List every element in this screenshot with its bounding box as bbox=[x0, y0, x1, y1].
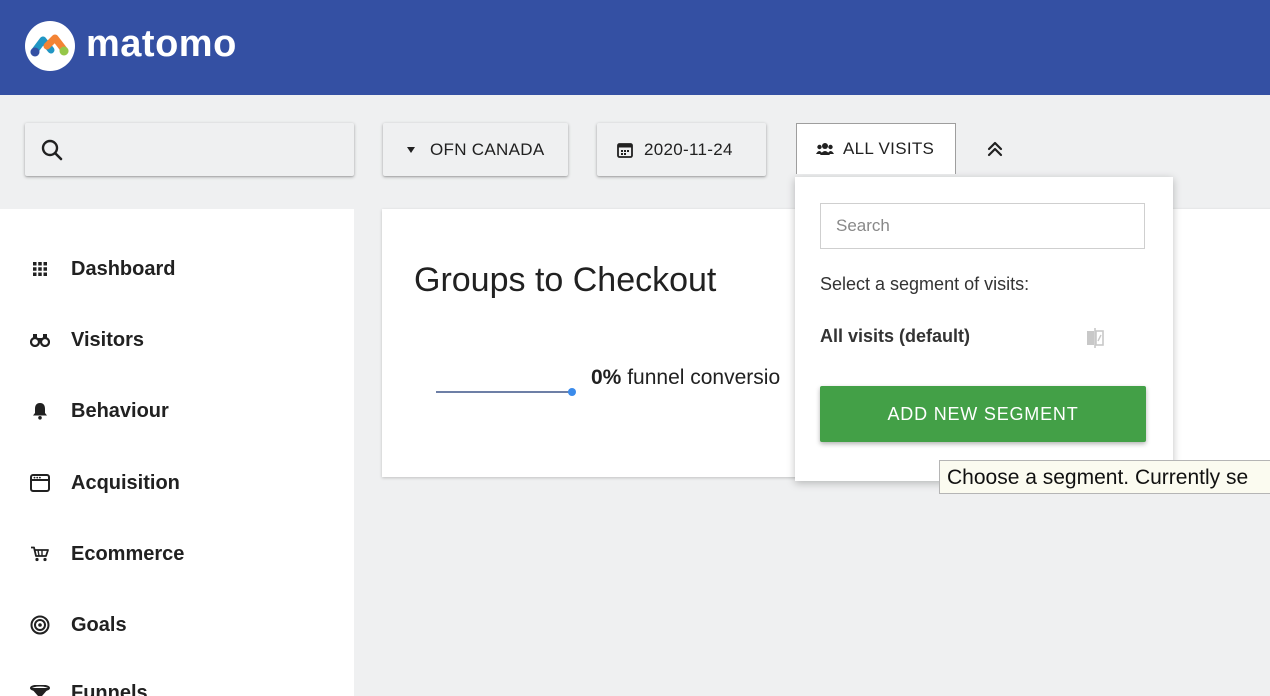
date-selector-label: 2020-11-24 bbox=[644, 139, 733, 159]
sidebar-item-label: Acquisition bbox=[71, 471, 180, 494]
brand-name[interactable]: matomo bbox=[86, 22, 237, 66]
search-icon bbox=[41, 139, 63, 160]
matomo-logo-icon[interactable] bbox=[25, 21, 75, 71]
funnel-conversion-summary: 0% funnel conversio bbox=[591, 366, 780, 390]
funnel-icon bbox=[30, 683, 50, 696]
funnel-sparkline bbox=[436, 391, 571, 393]
global-search-input[interactable] bbox=[25, 123, 354, 176]
collapse-chevron-up-icon[interactable] bbox=[984, 137, 1006, 159]
bell-icon bbox=[30, 401, 50, 421]
sidebar-item-label: Goals bbox=[71, 613, 127, 636]
users-icon bbox=[816, 143, 834, 155]
sidebar-item-ecommerce[interactable]: Ecommerce bbox=[30, 539, 184, 569]
compare-segment-icon[interactable] bbox=[1084, 327, 1106, 349]
funnel-conversion-label: funnel conversio bbox=[627, 366, 781, 389]
card-title: Groups to Checkout bbox=[414, 261, 717, 299]
segment-dropdown: Select a segment of visits: All visits (… bbox=[795, 177, 1173, 481]
sidebar-item-dashboard[interactable]: Dashboard bbox=[30, 254, 175, 284]
caret-down-icon bbox=[407, 146, 415, 153]
top-header: matomo bbox=[0, 0, 1270, 95]
sidebar-item-goals[interactable]: Goals bbox=[30, 610, 127, 640]
segment-selector-label: ALL VISITS bbox=[843, 139, 935, 158]
date-selector[interactable]: 2020-11-24 bbox=[597, 123, 766, 176]
binoculars-icon bbox=[30, 330, 50, 350]
segment-prompt: Select a segment of visits: bbox=[820, 274, 1030, 294]
add-new-segment-button[interactable]: ADD NEW SEGMENT bbox=[820, 386, 1146, 442]
grid-icon bbox=[30, 259, 50, 279]
segment-option-all-visits[interactable]: All visits (default) bbox=[820, 326, 970, 347]
sidebar-item-label: Behaviour bbox=[71, 399, 169, 422]
site-selector-label: OFN CANADA bbox=[430, 139, 545, 159]
segment-selector[interactable]: ALL VISITS bbox=[796, 123, 956, 174]
browser-window-icon bbox=[30, 473, 50, 493]
segment-tooltip: Choose a segment. Currently se bbox=[939, 460, 1270, 494]
sidebar-menu: Dashboard Visitors Behaviour Acquisition… bbox=[0, 209, 354, 696]
shopping-cart-icon bbox=[30, 544, 50, 564]
sidebar-item-label: Visitors bbox=[71, 328, 144, 351]
site-selector[interactable]: OFN CANADA bbox=[383, 123, 568, 176]
sidebar-item-label: Ecommerce bbox=[71, 542, 185, 565]
sidebar-item-visitors[interactable]: Visitors bbox=[30, 325, 144, 355]
sidebar-item-label: Funnels bbox=[71, 681, 148, 696]
sidebar-item-funnels[interactable]: Funnels bbox=[30, 678, 148, 696]
target-icon bbox=[30, 615, 50, 635]
funnel-conversion-value: 0% bbox=[591, 366, 622, 389]
segment-search-input[interactable] bbox=[820, 203, 1145, 249]
funnel-sparkline-point bbox=[568, 388, 576, 396]
calendar-icon bbox=[617, 142, 633, 158]
sidebar-item-acquisition[interactable]: Acquisition bbox=[30, 468, 180, 498]
sidebar-item-behaviour[interactable]: Behaviour bbox=[30, 396, 169, 426]
sidebar-item-label: Dashboard bbox=[71, 257, 176, 280]
